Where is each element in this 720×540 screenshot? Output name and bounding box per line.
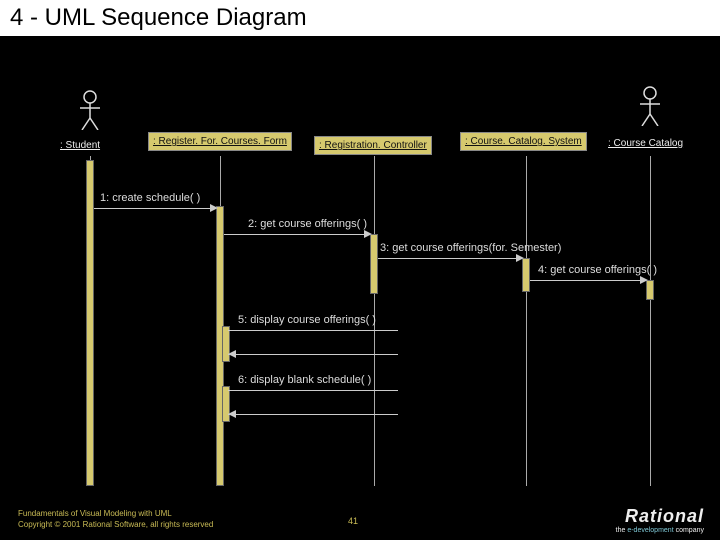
message-1-label: 1: create schedule( ) [100, 192, 200, 204]
logo-text: Rational [616, 506, 704, 527]
activation-student [86, 160, 94, 486]
logo-tag-post: company [674, 527, 704, 534]
logo-tag-em: e-development [627, 527, 673, 534]
person-icon [636, 86, 664, 126]
message-5-label: 5: display course offerings( ) [238, 314, 376, 326]
logo-tag-pre: the [616, 527, 628, 534]
message-1-line [94, 208, 214, 209]
message-2-line [224, 234, 368, 235]
footer-line-2: Copyright © 2001 Rational Software, all … [18, 520, 213, 530]
arrow-right-icon [640, 276, 648, 284]
person-icon [76, 90, 104, 130]
participant-controller: : Registration. Controller [314, 136, 432, 155]
message-4-line [530, 280, 644, 281]
logo-tagline: the e-development company [616, 527, 704, 534]
activation-catalog-system [522, 258, 530, 292]
footer-line-1: Fundamentals of Visual Modeling with UML [18, 509, 213, 519]
page-title: 4 - UML Sequence Diagram [0, 0, 720, 36]
sequence-diagram: : Student : Register. For. Courses. Form… [0, 56, 720, 496]
page-number: 41 [348, 516, 358, 526]
arrow-left-icon [228, 350, 236, 358]
lifeline-catalog-system [526, 156, 527, 486]
message-4-label: 4: get course offerings( ) [538, 264, 657, 276]
message-3-label: 3: get course offerings(for. Semester) [380, 242, 561, 254]
message-3-line [378, 258, 520, 259]
participant-catalog: : Course Catalog [608, 138, 683, 149]
participant-student: : Student [60, 140, 100, 151]
message-6-line-b [228, 414, 398, 415]
message-5-line-b [228, 354, 398, 355]
arrow-right-icon [210, 204, 218, 212]
footer: Fundamentals of Visual Modeling with UML… [0, 496, 720, 540]
message-6-label: 6: display blank schedule( ) [238, 374, 371, 386]
participant-form: : Register. For. Courses. Form [148, 132, 292, 151]
activation-controller [370, 234, 378, 294]
footer-copyright: Fundamentals of Visual Modeling with UML… [18, 509, 213, 530]
arrow-right-icon [516, 254, 524, 262]
arrow-left-icon [228, 410, 236, 418]
rational-logo: Rational the e-development company [616, 506, 704, 534]
participant-catalog-system: : Course. Catalog. System [460, 132, 587, 151]
message-6-line [228, 390, 398, 391]
lifeline-catalog [650, 156, 651, 486]
title-separator [0, 36, 720, 56]
message-2-label: 2: get course offerings( ) [248, 218, 367, 230]
arrow-right-icon [364, 230, 372, 238]
message-5-line [228, 330, 398, 331]
